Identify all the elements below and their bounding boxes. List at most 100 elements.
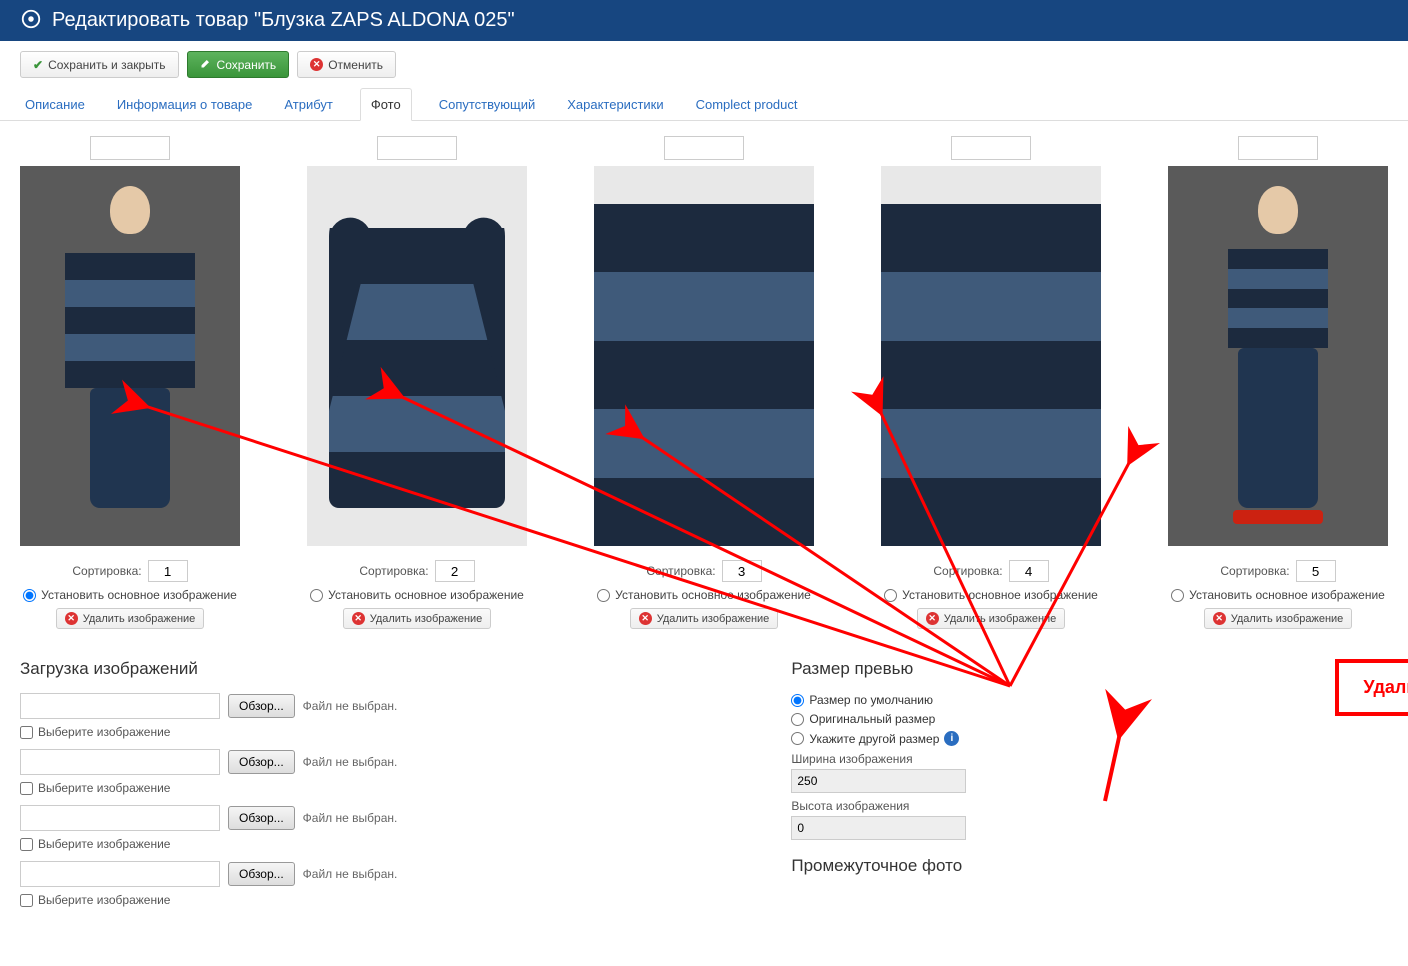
photo-thumbnail-2[interactable] xyxy=(307,166,527,546)
tab-description[interactable]: Описание xyxy=(20,88,90,120)
delete-image-button[interactable]: ✕Удалить изображение xyxy=(630,608,779,629)
info-icon[interactable]: i xyxy=(944,731,959,746)
page-header: Редактировать товар "Блузка ZAPS ALDONA … xyxy=(0,0,1408,41)
sort-input[interactable] xyxy=(148,560,188,582)
sort-input[interactable] xyxy=(1296,560,1336,582)
tab-characteristics[interactable]: Характеристики xyxy=(562,88,668,120)
sort-label: Сортировка: xyxy=(72,564,141,578)
no-file-label: Файл не выбран. xyxy=(303,811,398,825)
main-image-radio[interactable] xyxy=(884,589,897,602)
select-image-checkbox[interactable] xyxy=(20,894,33,907)
select-image-label: Выберите изображение xyxy=(38,893,170,907)
tab-photo[interactable]: Фото xyxy=(360,88,412,121)
photo-thumbnail-5[interactable] xyxy=(1168,166,1388,546)
check-icon: ✔ xyxy=(33,58,43,72)
preview-heading: Размер превью xyxy=(791,659,1174,679)
file-path-input[interactable] xyxy=(20,861,220,887)
sort-input[interactable] xyxy=(1009,560,1049,582)
no-file-label: Файл не выбран. xyxy=(303,755,398,769)
delete-image-button[interactable]: ✕Удалить изображение xyxy=(917,608,1066,629)
tab-complect[interactable]: Complect product xyxy=(691,88,803,120)
main-image-radio[interactable] xyxy=(1171,589,1184,602)
page-title: Редактировать товар "Блузка ZAPS ALDONA … xyxy=(52,9,515,32)
target-icon xyxy=(20,8,42,33)
photos-row: Сортировка: Установить основное изображе… xyxy=(20,136,1388,629)
select-image-checkbox[interactable] xyxy=(20,838,33,851)
photo-top-input[interactable] xyxy=(1238,136,1318,160)
photo-top-input[interactable] xyxy=(664,136,744,160)
browse-button[interactable]: Обзор... xyxy=(228,694,295,718)
photo-item: Сортировка: Установить основное изображе… xyxy=(1168,136,1388,629)
file-path-input[interactable] xyxy=(20,693,220,719)
custom-size-label: Укажите другой размер xyxy=(809,732,939,746)
photo-thumbnail-4[interactable] xyxy=(881,166,1101,546)
sort-label: Сортировка: xyxy=(646,564,715,578)
select-image-checkbox[interactable] xyxy=(20,782,33,795)
delete-image-button[interactable]: ✕Удалить изображение xyxy=(343,608,492,629)
browse-button[interactable]: Обзор... xyxy=(228,806,295,830)
delete-icon: ✕ xyxy=(926,612,939,625)
tab-product-info[interactable]: Информация о товаре xyxy=(112,88,258,120)
photo-item: Сортировка: Установить основное изображе… xyxy=(20,136,240,629)
preview-section: Размер превью Размер по умолчанию Оригин… xyxy=(791,659,1174,917)
photo-thumbnail-3[interactable] xyxy=(594,166,814,546)
width-input[interactable] xyxy=(791,769,966,793)
tab-attribute[interactable]: Атрибут xyxy=(279,88,337,120)
original-size-label: Оригинальный размер xyxy=(809,712,935,726)
sort-label: Сортировка: xyxy=(359,564,428,578)
photo-top-input[interactable] xyxy=(90,136,170,160)
browse-button[interactable]: Обзор... xyxy=(228,862,295,886)
photo-top-input[interactable] xyxy=(951,136,1031,160)
no-file-label: Файл не выбран. xyxy=(303,867,398,881)
sort-input[interactable] xyxy=(435,560,475,582)
height-input[interactable] xyxy=(791,816,966,840)
main-image-radio[interactable] xyxy=(23,589,36,602)
main-image-label: Установить основное изображение xyxy=(328,588,524,602)
photo-item: Сортировка: Установить основное изображе… xyxy=(594,136,814,629)
height-label: Высота изображения xyxy=(791,799,1174,813)
main-image-label: Установить основное изображение xyxy=(41,588,237,602)
custom-size-radio[interactable] xyxy=(791,732,804,745)
photo-item: Сортировка: Установить основное изображе… xyxy=(307,136,527,629)
intermediate-heading: Промежуточное фото xyxy=(791,856,1174,876)
save-button[interactable]: Сохранить xyxy=(187,51,290,78)
cancel-button[interactable]: ✕ Отменить xyxy=(297,51,396,78)
photo-item: Сортировка: Установить основное изображе… xyxy=(881,136,1101,629)
upload-heading: Загрузка изображений xyxy=(20,659,731,679)
width-label: Ширина изображения xyxy=(791,752,1174,766)
file-path-input[interactable] xyxy=(20,749,220,775)
default-size-radio[interactable] xyxy=(791,694,804,707)
sort-label: Сортировка: xyxy=(1220,564,1289,578)
select-image-checkbox[interactable] xyxy=(20,726,33,739)
photo-top-input[interactable] xyxy=(377,136,457,160)
save-close-button[interactable]: ✔ Сохранить и закрыть xyxy=(20,51,179,78)
cancel-icon: ✕ xyxy=(310,58,323,71)
browse-button[interactable]: Обзор... xyxy=(228,750,295,774)
edit-icon xyxy=(200,57,212,72)
main-image-label: Установить основное изображение xyxy=(615,588,811,602)
delete-image-button[interactable]: ✕Удалить изображение xyxy=(1204,608,1353,629)
delete-icon: ✕ xyxy=(639,612,652,625)
delete-all-photos-button[interactable]: Удалить все фото товара xyxy=(1335,659,1408,716)
select-image-label: Выберите изображение xyxy=(38,781,170,795)
sort-input[interactable] xyxy=(722,560,762,582)
sort-label: Сортировка: xyxy=(933,564,1002,578)
original-size-radio[interactable] xyxy=(791,713,804,726)
select-image-label: Выберите изображение xyxy=(38,725,170,739)
delete-icon: ✕ xyxy=(352,612,365,625)
main-image-radio[interactable] xyxy=(310,589,323,602)
delete-icon: ✕ xyxy=(1213,612,1226,625)
default-size-label: Размер по умолчанию xyxy=(809,693,933,707)
main-image-label: Установить основное изображение xyxy=(1189,588,1385,602)
select-image-label: Выберите изображение xyxy=(38,837,170,851)
file-path-input[interactable] xyxy=(20,805,220,831)
main-image-radio[interactable] xyxy=(597,589,610,602)
photo-thumbnail-1[interactable] xyxy=(20,166,240,546)
delete-icon: ✕ xyxy=(65,612,78,625)
main-image-label: Установить основное изображение xyxy=(902,588,1098,602)
toolbar: ✔ Сохранить и закрыть Сохранить ✕ Отмени… xyxy=(0,41,1408,88)
upload-section: Загрузка изображений Обзор... Файл не выб… xyxy=(20,659,731,917)
no-file-label: Файл не выбран. xyxy=(303,699,398,713)
tab-related[interactable]: Сопутствующий xyxy=(434,88,541,120)
delete-image-button[interactable]: ✕Удалить изображение xyxy=(56,608,205,629)
